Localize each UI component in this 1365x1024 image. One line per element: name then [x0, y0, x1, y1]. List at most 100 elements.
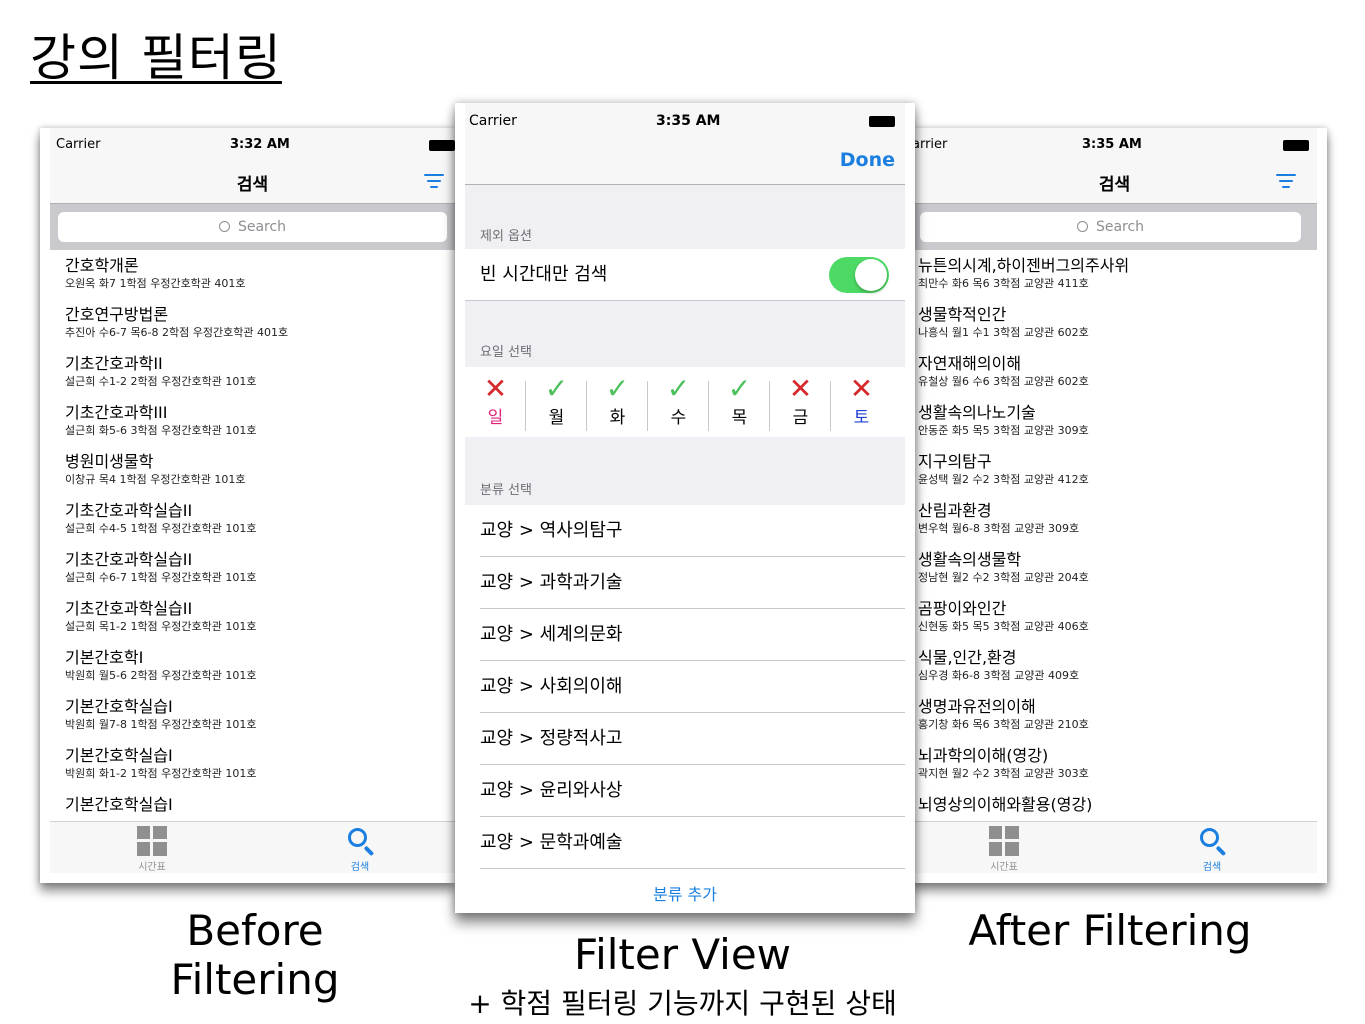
list-item[interactable]: 뇌과학의이해(영강) 곽지현 월2 수2 3학점 교양관 303호: [918, 740, 1317, 789]
list-item[interactable]: 생활속의나노기술 안동준 화5 목5 3학점 교양관 309호: [918, 397, 1317, 446]
page-title: 강의 필터링: [30, 29, 282, 87]
tab-timetable[interactable]: 시간표: [974, 826, 1034, 873]
course-meta: 변우혁 월6-8 3학점 교양관 309호: [918, 522, 1080, 535]
day-toggle[interactable]: ✓ 월: [526, 373, 587, 431]
course-meta: 곽지현 월2 수2 3학점 교양관 303호: [918, 767, 1089, 780]
search-icon: [1197, 826, 1227, 857]
course-name: 기본간호학I: [65, 648, 144, 667]
tab-search[interactable]: 검색: [330, 826, 390, 873]
list-item[interactable]: 기초간호과학실습II 설근희 수4-5 1학점 우정간호학관 101호: [65, 495, 455, 544]
done-button[interactable]: Done: [840, 149, 895, 171]
course-name: 기본간호학실습I: [65, 795, 173, 814]
course-meta: 추진아 수6-7 목6-8 2학점 우정간호학관 401호: [65, 326, 289, 339]
list-item[interactable]: 자연재해의이해 유철상 월6 수6 3학점 교양관 602호: [918, 348, 1317, 397]
timetable-icon: [989, 826, 1019, 856]
list-item[interactable]: 생명과유전의이해 홍기창 화6 목6 3학점 교양관 210호: [918, 691, 1317, 740]
list-item[interactable]: 간호학개론오원옥 화7 1학점 우정간호학관 401호: [65, 250, 455, 299]
day-toggle[interactable]: ✓ 수: [648, 372, 709, 431]
list-item[interactable]: 기초간호과학III 설근희 화5-6 3학점 우정간호학관 101호: [65, 397, 455, 446]
list-item[interactable]: 기초간호과학II 설근희 수1-2 2학점 우정간호학관 101호: [65, 348, 455, 397]
list-item[interactable]: 생활속의생물학 정남현 월2 수2 3학점 교양관 204호: [918, 544, 1317, 593]
course-name: 산림과환경: [918, 501, 992, 520]
category-item[interactable]: 교양 > 문학과예술: [480, 817, 905, 869]
list-item[interactable]: 곰팡이와인간 신현동 화5 목5 3학점 교양관 406호: [918, 593, 1317, 642]
list-item[interactable]: 식물,인간,환경심우경 화6-8 3학점 교양관 409호: [918, 642, 1317, 691]
empty-slot-toggle[interactable]: [829, 257, 889, 293]
nav-bar: Done: [465, 139, 905, 185]
list-item[interactable]: 기초간호과학실습II 설근희 목1-2 1학점 우정간호학관 101호: [65, 593, 455, 642]
list-item[interactable]: 기본간호학실습I 박원희 화1-2 1학점 우정간호학관 101호: [65, 740, 455, 789]
course-meta: 심우경 화6-8 3학점 교양관 409호: [918, 669, 1080, 682]
course-name: 자연재해의이해: [918, 354, 1022, 373]
course-meta: 설근희 수4-5 1학점 우정간호학관 101호: [65, 522, 257, 535]
category-item[interactable]: 교양 > 과학과기술: [480, 557, 905, 609]
list-item[interactable]: 산림과환경변우혁 월6-8 3학점 교양관 309호: [918, 495, 1317, 544]
section-header-exclude: 제외 옵션: [465, 185, 905, 249]
status-time: 3:32 AM: [230, 137, 290, 152]
day-toggle[interactable]: ✕ 금: [770, 372, 831, 431]
tab-timetable[interactable]: 시간표: [122, 826, 182, 873]
filter-icon[interactable]: [423, 174, 445, 192]
course-meta: 홍기창 화6 목6 3학점 교양관 210호: [918, 718, 1089, 731]
course-list: 뉴튼의시계,하이젠버그의주사위 최만수 화6 목6 3학점 교양관 411호 생물…: [912, 250, 1317, 838]
status-time: 3:35 AM: [1082, 137, 1142, 152]
before-filtering-screenshot: Carrier 3:32 AM 검색 Search 간호학개론오원옥 화7 1학…: [40, 128, 455, 883]
list-item[interactable]: 기초간호과학실습II 설근희 수6-7 1학점 우정간호학관 101호: [65, 544, 455, 593]
nav-bar: 검색: [912, 162, 1317, 204]
list-item[interactable]: 기본간호학실습I 박원희 월7-8 1학점 우정간호학관 101호: [65, 691, 455, 740]
caption-filter-view: Filter View: [573, 930, 792, 979]
course-name: 곰팡이와인간: [918, 599, 1007, 618]
day-toggle[interactable]: ✕ 일: [465, 373, 526, 431]
after-filtering-screenshot: arrier 3:35 AM 검색 Search 뉴튼의시계,하이젠버그의주사위…: [912, 128, 1327, 883]
carrier-label: Carrier: [56, 137, 101, 152]
list-item[interactable]: 생물학적인간 나흥식 월1 수1 3학점 교양관 602호: [918, 299, 1317, 348]
day-label: 월: [548, 408, 565, 428]
tab-bar: 시간표 검색: [50, 821, 455, 873]
search-bar: Search: [912, 204, 1317, 250]
search-input[interactable]: Search: [920, 212, 1301, 242]
search-input[interactable]: Search: [58, 212, 447, 242]
list-item[interactable]: 지구의탐구 윤성택 월2 수2 3학점 교양관 412호: [918, 446, 1317, 495]
category-item[interactable]: 교양 > 세계의문화: [480, 609, 905, 661]
battery-icon: [869, 116, 895, 127]
course-meta: 설근희 수1-2 2학점 우정간호학관 101호: [65, 375, 257, 388]
timetable-icon: [137, 826, 167, 856]
empty-slot-label: 빈 시간대만 검색: [480, 264, 608, 285]
course-name: 기본간호학실습I: [65, 697, 173, 716]
tab-label: 시간표: [990, 862, 1018, 873]
empty-slot-row: 빈 시간대만 검색: [465, 249, 905, 301]
course-meta: 설근희 목1-2 1학점 우정간호학관 101호: [65, 620, 257, 633]
day-toggle[interactable]: ✓ 목: [709, 372, 770, 431]
course-name: 식물,인간,환경: [918, 648, 1017, 667]
category-item[interactable]: 교양 > 정량적사고: [480, 713, 905, 765]
course-name: 기초간호과학실습II: [65, 550, 193, 569]
course-name: 뉴튼의시계,하이젠버그의주사위: [918, 256, 1130, 275]
course-meta: 설근희 수6-7 1학점 우정간호학관 101호: [65, 571, 257, 584]
day-toggle[interactable]: ✓ 화: [587, 373, 648, 431]
day-label: 화: [609, 408, 626, 428]
add-category-button[interactable]: 분류 추가: [465, 881, 905, 903]
category-item[interactable]: 교양 > 윤리와사상: [480, 765, 905, 817]
checkmark-icon: ✓: [666, 372, 691, 405]
status-time: 3:35 AM: [656, 113, 721, 129]
checkmark-icon: ✓: [727, 372, 752, 405]
list-item[interactable]: 기본간호학I 박원희 월5-6 2학점 우정간호학관 101호: [65, 642, 455, 691]
list-item[interactable]: 간호연구방법론 추진아 수6-7 목6-8 2학점 우정간호학관 401호: [65, 299, 455, 348]
course-meta: 정남현 월2 수2 3학점 교양관 204호: [918, 571, 1089, 584]
carrier-label: arrier: [912, 137, 948, 152]
cross-icon: ✕: [788, 372, 813, 405]
course-name: 간호학개론: [65, 256, 139, 275]
course-meta: 나흥식 월1 수1 3학점 교양관 602호: [918, 326, 1089, 339]
category-item[interactable]: 교양 > 역사의탐구: [480, 505, 905, 557]
search-icon: [1076, 221, 1088, 232]
category-item[interactable]: 교양 > 사회의이해: [480, 661, 905, 713]
filter-icon[interactable]: [1275, 174, 1297, 192]
list-item[interactable]: 뉴튼의시계,하이젠버그의주사위 최만수 화6 목6 3학점 교양관 411호: [918, 250, 1317, 299]
day-toggle[interactable]: ✕ 토: [831, 373, 892, 429]
tab-search[interactable]: 검색: [1182, 826, 1242, 873]
nav-title: 검색: [1098, 175, 1131, 195]
course-meta: 오원옥 화7 1학점 우정간호학관 401호: [65, 277, 246, 290]
day-label: 토: [853, 408, 870, 428]
course-name: 뇌과학의이해(영강): [918, 746, 1049, 765]
list-item[interactable]: 병원미생물학 이창규 목4 1학점 우정간호학관 101호: [65, 446, 455, 495]
